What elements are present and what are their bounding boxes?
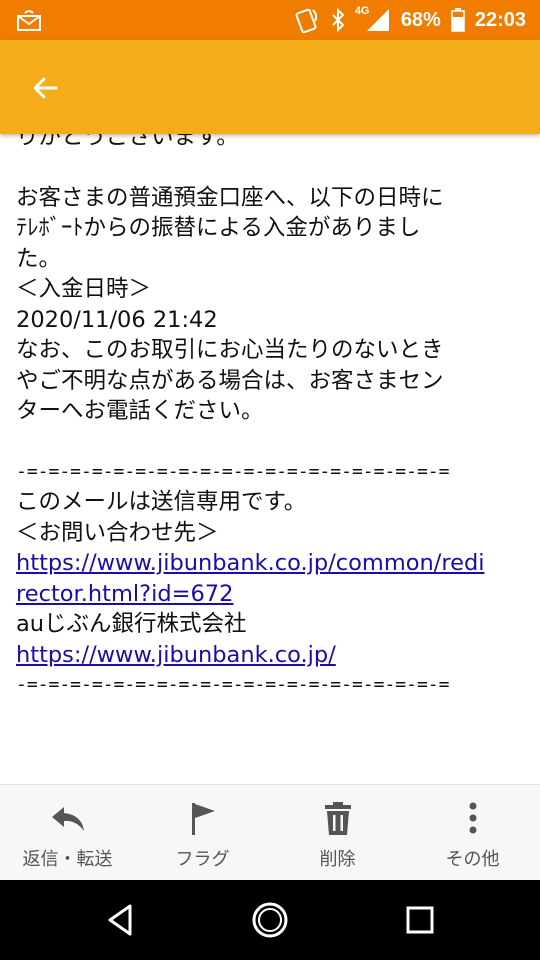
contact-heading: ＜お問い合わせ先＞ bbox=[16, 519, 219, 546]
delete-button[interactable]: 削除 bbox=[270, 785, 405, 881]
back-triangle-icon[interactable] bbox=[100, 900, 140, 940]
divider-top: -=-=-=-=-=-=-=-=-=-=-=-=-=-=-=-=-=-=-=-= bbox=[16, 460, 450, 482]
signal-icon bbox=[366, 9, 389, 31]
partial-line: りがとうございます。 bbox=[16, 134, 239, 150]
battery-percent: 68% bbox=[400, 8, 441, 31]
app-bar bbox=[0, 40, 540, 134]
deposit-datetime: 2020/11/06 21:42 bbox=[16, 306, 218, 333]
contact-link[interactable]: https://www.jibunbank.co.jp/common/redi bbox=[16, 550, 484, 576]
reply-forward-label: 返信・転送 bbox=[22, 849, 113, 870]
more-vert-icon bbox=[469, 802, 476, 834]
navigation-bar bbox=[0, 880, 540, 960]
email-body: りがとうございます。 お客さまの普通預金口座へ、以下の日時に ﾃﾚﾎﾞｰﾄからの… bbox=[16, 134, 531, 784]
action-bar: 返信・転送 フラグ 削除 その他 bbox=[0, 784, 540, 881]
signal-4g: 4G bbox=[355, 5, 391, 33]
company-name: auじぶん銀行株式会社 bbox=[16, 611, 247, 637]
trash-icon bbox=[324, 802, 351, 835]
divider-bottom: -=-=-=-=-=-=-=-=-=-=-=-=-=-=-=-=-=-=-=-= bbox=[16, 674, 450, 695]
battery-icon bbox=[451, 8, 465, 32]
body-line: た。 bbox=[16, 245, 62, 272]
recents-square-icon[interactable] bbox=[400, 900, 440, 940]
flag-button[interactable]: フラグ bbox=[135, 785, 270, 881]
body-line: なお、このお取引にお心当たりのないとき bbox=[16, 337, 444, 363]
more-button[interactable]: その他 bbox=[405, 785, 540, 881]
clock: 22:03 bbox=[474, 8, 526, 31]
body-line: やご不明な点がある場合は、お客さまセン bbox=[16, 367, 444, 394]
body-line: ﾃﾚﾎﾞｰﾄからの振替による入金がありまし bbox=[16, 215, 421, 241]
contact-link-continued[interactable]: rector.html?id=672 bbox=[16, 581, 233, 607]
bluetooth-icon bbox=[332, 8, 345, 32]
more-label: その他 bbox=[445, 849, 500, 870]
arrow-left-icon[interactable] bbox=[26, 68, 66, 108]
flag-icon bbox=[191, 803, 215, 835]
status-bar: 4G 68% 22:03 bbox=[0, 0, 540, 40]
home-circle-icon[interactable] bbox=[250, 900, 290, 940]
nfc-icon bbox=[295, 8, 317, 33]
notice-text: このメールは送信専用です。 bbox=[16, 489, 307, 515]
homepage-link[interactable]: https://www.jibunbank.co.jp/ bbox=[16, 642, 336, 668]
delete-label: 削除 bbox=[319, 849, 356, 870]
mail-notification-icon bbox=[17, 10, 41, 31]
flag-label: フラグ bbox=[175, 849, 230, 870]
reply-forward-button[interactable]: 返信・転送 bbox=[0, 785, 135, 881]
body-line: お客さまの普通預金口座へ、以下の日時に bbox=[16, 184, 444, 211]
body-line: ターへお電話ください。 bbox=[16, 398, 264, 424]
deposit-heading: ＜入金日時＞ bbox=[16, 276, 152, 302]
reply-icon bbox=[51, 807, 84, 831]
